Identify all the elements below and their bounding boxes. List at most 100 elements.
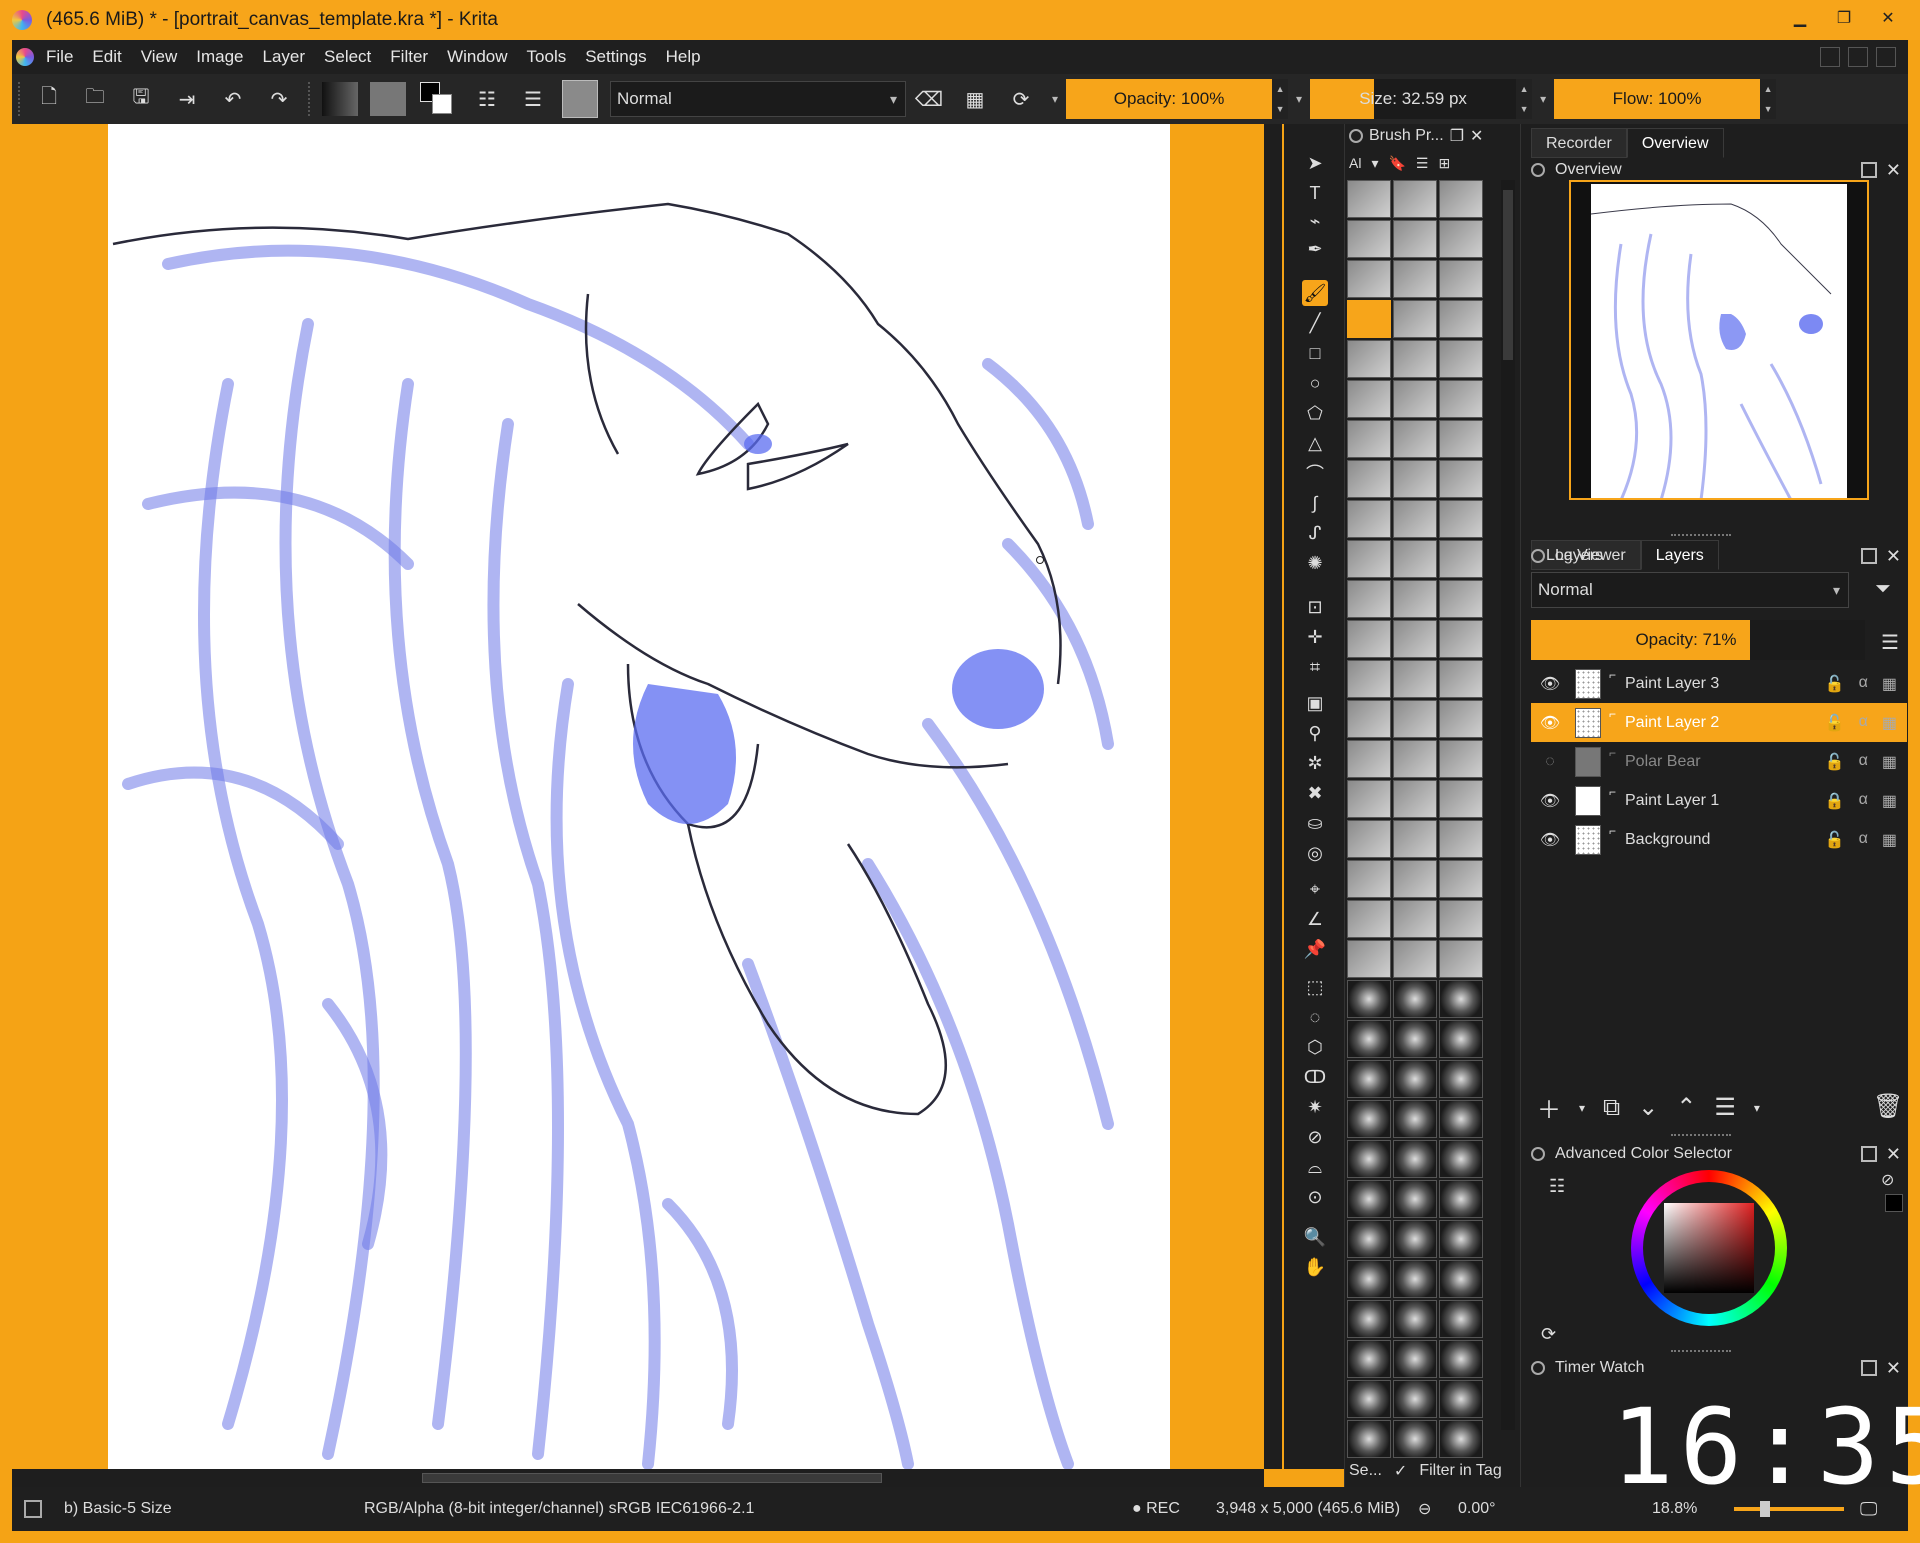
color-saturation-square[interactable] bbox=[1664, 1203, 1754, 1293]
brush-preset-tile[interactable] bbox=[1347, 620, 1391, 658]
brush-preset-tile[interactable] bbox=[1393, 540, 1437, 578]
edit-shapes-tool-icon[interactable]: ⌁ bbox=[1302, 208, 1328, 234]
calligraphy-tool-icon[interactable]: ✒ bbox=[1302, 236, 1328, 262]
menu-filter[interactable]: Filter bbox=[390, 47, 428, 67]
brush-preset-tile[interactable] bbox=[1439, 1020, 1483, 1058]
brush-preset-tile[interactable] bbox=[1347, 1380, 1391, 1418]
color-sampler-tool-icon[interactable]: ⚲ bbox=[1302, 720, 1328, 746]
brush-preset-tile[interactable] bbox=[1347, 540, 1391, 578]
similar-select-tool-icon[interactable]: ⊘ bbox=[1302, 1124, 1328, 1150]
locked-icon[interactable]: 🔒 bbox=[1825, 791, 1845, 811]
current-color-swatch[interactable] bbox=[1885, 1194, 1903, 1212]
gradient-tool-icon[interactable]: ▣ bbox=[1302, 690, 1328, 716]
move-tool-icon[interactable]: ✛ bbox=[1302, 624, 1328, 650]
brush-presets-scrollbar[interactable] bbox=[1501, 180, 1515, 1430]
contiguous-select-tool-icon[interactable]: ✷ bbox=[1302, 1094, 1328, 1120]
brush-preset-tile[interactable] bbox=[1439, 1300, 1483, 1338]
brush-preset-tile[interactable] bbox=[1439, 460, 1483, 498]
brush-preset-tile[interactable] bbox=[1439, 420, 1483, 458]
brush-preset-grid[interactable] bbox=[1347, 180, 1497, 1458]
bezier-tool-icon[interactable]: ⌒ bbox=[1302, 460, 1328, 486]
brush-preset-tile[interactable] bbox=[1439, 580, 1483, 618]
assistant-tool-icon[interactable]: ⌖ bbox=[1302, 876, 1328, 902]
tab-recorder[interactable]: Recorder bbox=[1531, 128, 1627, 158]
tag-filter-select[interactable]: Al bbox=[1349, 155, 1361, 171]
canvas-horizontal-scrollbar[interactable] bbox=[12, 1469, 1264, 1487]
zoom-slider[interactable] bbox=[1734, 1501, 1844, 1517]
splitter-handle-2[interactable] bbox=[1671, 1134, 1731, 1138]
brush-preset-tile[interactable] bbox=[1439, 180, 1483, 218]
no-color-icon[interactable]: ⊘ bbox=[1881, 1170, 1894, 1190]
move-layer-down-icon[interactable]: ⌄ bbox=[1638, 1093, 1658, 1122]
menu-edit[interactable]: Edit bbox=[92, 47, 121, 67]
color-selector-lock-icon[interactable] bbox=[1531, 1147, 1545, 1161]
brush-preset-tile[interactable] bbox=[1347, 1140, 1391, 1178]
brush-preset-tile[interactable] bbox=[1439, 1180, 1483, 1218]
brush-preset-tile[interactable] bbox=[1439, 220, 1483, 258]
timer-close-icon[interactable]: ✕ bbox=[1886, 1358, 1901, 1379]
brush-preset-tile[interactable] bbox=[1439, 1340, 1483, 1378]
brush-preset-tile[interactable] bbox=[1393, 1340, 1437, 1378]
docker-close-icon[interactable]: ✕ bbox=[1470, 126, 1483, 146]
brush-preset-tile[interactable] bbox=[1347, 420, 1391, 458]
brush-search-field[interactable]: Se... bbox=[1349, 1462, 1382, 1480]
brush-preset-tile[interactable] bbox=[1439, 740, 1483, 778]
brush-preset-tile[interactable] bbox=[1439, 1060, 1483, 1098]
layers-float-icon[interactable] bbox=[1861, 548, 1877, 564]
timer-lock-icon[interactable] bbox=[1531, 1361, 1545, 1375]
brush-preset-tile[interactable] bbox=[1393, 580, 1437, 618]
brush-preset-tile[interactable] bbox=[1439, 780, 1483, 818]
brush-preset-tile[interactable] bbox=[1439, 860, 1483, 898]
brush-preset-tile[interactable] bbox=[1393, 500, 1437, 538]
menu-view[interactable]: View bbox=[141, 47, 178, 67]
flow-spinner[interactable]: ▲ ▼ bbox=[1760, 79, 1777, 119]
brush-preset-tile[interactable] bbox=[1393, 620, 1437, 658]
docker-lock-icon[interactable] bbox=[1349, 129, 1363, 143]
brush-preset-tile[interactable] bbox=[1347, 500, 1391, 538]
brush-preset-tile[interactable] bbox=[1393, 220, 1437, 258]
brush-preset-tile[interactable] bbox=[1347, 460, 1391, 498]
color-selector-float-icon[interactable] bbox=[1861, 1146, 1877, 1162]
brush-preset-tile[interactable] bbox=[1439, 940, 1483, 978]
gradient-selector[interactable] bbox=[322, 82, 358, 116]
toolbar-handle-2[interactable] bbox=[308, 82, 310, 116]
splitter-handle-3[interactable] bbox=[1671, 1350, 1731, 1354]
tag-dropdown-icon[interactable]: ▾ bbox=[1371, 155, 1378, 172]
menu-help[interactable]: Help bbox=[666, 47, 701, 67]
alpha-icon[interactable]: α bbox=[1859, 830, 1868, 850]
pan-tool-icon[interactable]: ✋ bbox=[1302, 1254, 1328, 1280]
brush-preset-button[interactable] bbox=[562, 80, 598, 118]
redo-icon[interactable]: ↷ bbox=[264, 84, 294, 114]
brush-preset-tile[interactable] bbox=[1439, 820, 1483, 858]
canvas-only-icon[interactable]: 🖵 bbox=[1860, 1499, 1877, 1520]
brush-preset-tile[interactable] bbox=[1347, 1220, 1391, 1258]
zoom-slider-handle[interactable] bbox=[1760, 1501, 1770, 1517]
brush-preset-tile[interactable] bbox=[1347, 260, 1391, 298]
zoom-value[interactable]: 18.8% bbox=[1652, 1500, 1697, 1518]
zoom-tool-icon[interactable]: 🔍 bbox=[1302, 1224, 1328, 1250]
timer-float-icon[interactable] bbox=[1861, 1360, 1877, 1376]
background-color[interactable] bbox=[432, 94, 452, 114]
hidden-eye-icon[interactable]: ◌ bbox=[1535, 753, 1565, 771]
brush-preset-tile[interactable] bbox=[1393, 900, 1437, 938]
brush-preset-tile[interactable] bbox=[1347, 340, 1391, 378]
brush-preset-tile[interactable] bbox=[1439, 500, 1483, 538]
brush-preset-tile[interactable] bbox=[1347, 1420, 1391, 1458]
bezier-select-tool-icon[interactable]: ⌓ bbox=[1302, 1154, 1328, 1180]
docker-float-icon[interactable]: ❐ bbox=[1450, 126, 1464, 146]
menu-select[interactable]: Select bbox=[324, 47, 371, 67]
freehand-brush-tool-icon[interactable]: 🖌 bbox=[1302, 280, 1328, 306]
import-icon[interactable]: ⊞ bbox=[1438, 155, 1450, 172]
open-document-icon[interactable]: 🗀 bbox=[80, 84, 110, 114]
brush-preset-tile[interactable] bbox=[1347, 980, 1391, 1018]
brush-preset-tile[interactable] bbox=[1393, 1300, 1437, 1338]
layer-opacity-slider[interactable]: Opacity: 71% bbox=[1531, 620, 1865, 660]
mirror-dropdown-icon[interactable]: ▾ bbox=[1052, 92, 1058, 106]
brush-settings-icon[interactable]: ☷ bbox=[472, 84, 502, 114]
inherit-alpha-icon[interactable]: ▦ bbox=[1882, 752, 1897, 772]
brush-preset-tile[interactable] bbox=[1393, 1060, 1437, 1098]
brush-preset-tile[interactable] bbox=[1393, 1140, 1437, 1178]
layer-name[interactable]: Paint Layer 1 bbox=[1625, 792, 1719, 810]
brush-preset-tile[interactable] bbox=[1439, 300, 1483, 338]
rect-select-tool-icon[interactable]: ⬚ bbox=[1302, 974, 1328, 1000]
